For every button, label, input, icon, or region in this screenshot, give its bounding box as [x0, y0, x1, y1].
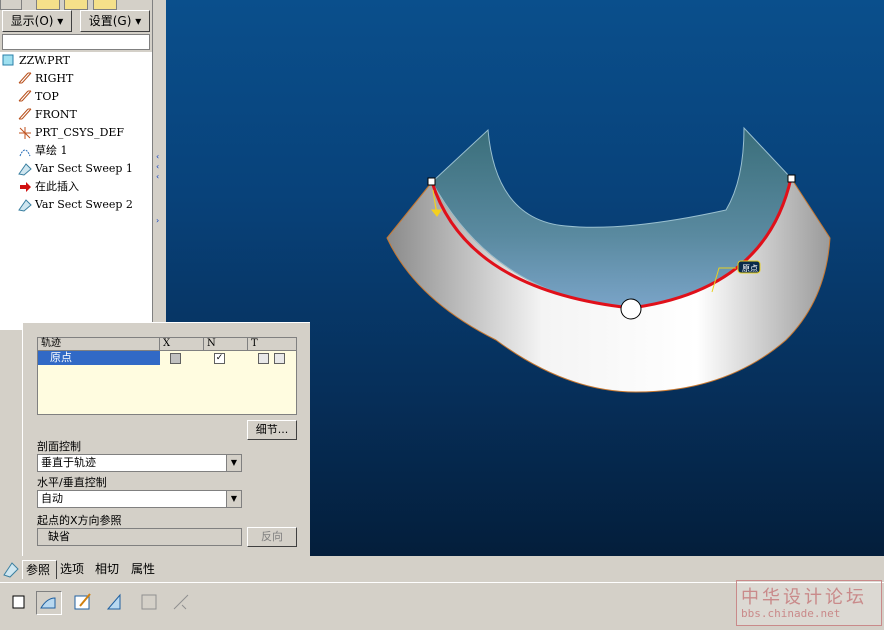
tree-item-label: Var Sect Sweep 1 [35, 162, 133, 175]
tree-item-sweep-2[interactable]: Var Sect Sweep 2 [18, 196, 133, 214]
tree-item-label: 草绘 1 [35, 144, 68, 157]
sweep-tool-icon [2, 560, 20, 578]
tree-tab[interactable] [0, 0, 22, 10]
xdir-value: 缺省 [48, 530, 70, 543]
xdir-label: 起点的X方向参照 [37, 514, 122, 527]
watermark-url: bbs.chinade.net [741, 607, 841, 620]
hv-control-select[interactable]: 自动 ▼ [37, 490, 242, 508]
watermark: 中华设计论坛 bbs.chinade.net [736, 580, 882, 626]
tree-item-front[interactable]: FRONT [18, 106, 77, 124]
part-icon [2, 54, 16, 68]
flip-direction-icon[interactable] [170, 591, 194, 613]
tree-sash[interactable]: ‹ ‹ ‹ › [152, 0, 167, 330]
flip-button[interactable]: 反向 [247, 527, 297, 547]
expand-arrow-icon[interactable]: › [156, 216, 159, 225]
tree-filter-box[interactable] [2, 34, 150, 50]
history-tab-icon[interactable] [93, 0, 117, 10]
trajectory-table[interactable]: 轨迹 X N T 原点 ✓ [37, 337, 297, 415]
end-handle[interactable] [787, 174, 796, 183]
tree-item-label: ZZW.PRT [19, 54, 70, 67]
sweep-references-panel: 轨迹 X N T 原点 ✓ 细节... 剖面控制 垂直于轨迹 ▼ 水平/垂直控制 … [22, 322, 310, 557]
col-n: N [204, 338, 248, 351]
folder-tab-icon[interactable] [36, 0, 60, 10]
n-checkbox[interactable]: ✓ [214, 353, 225, 364]
datum-plane-icon [18, 72, 32, 86]
section-control-select[interactable]: 垂直于轨迹 ▼ [37, 454, 242, 472]
model-tree-toolbar: 显示(O) ▾ 设置(G) ▾ [0, 0, 166, 52]
collapse-arrows-icon[interactable]: ‹ ‹ ‹ [156, 152, 164, 182]
tree-item-sketch[interactable]: 草绘 1 [18, 142, 68, 160]
tree-item-label: FRONT [35, 108, 77, 121]
datum-plane-icon [18, 90, 32, 104]
tab-tangency[interactable]: 相切 [95, 560, 119, 578]
tree-item-csys[interactable]: PRT_CSYS_DEF [18, 124, 124, 142]
insert-arrow-icon [18, 180, 32, 194]
tree-item-insert-here[interactable]: 在此插入 [18, 178, 79, 196]
hv-control-label: 水平/垂直控制 [37, 476, 107, 489]
favorites-tab-icon[interactable] [64, 0, 88, 10]
surface-icon[interactable] [36, 591, 62, 615]
settings-menu-button[interactable]: 设置(G) ▾ [80, 10, 150, 32]
thicken-icon[interactable] [138, 591, 162, 613]
row-name: 原点 [50, 351, 72, 364]
show-menu-label: 显示(O) [10, 14, 54, 28]
watermark-title: 中华设计论坛 [741, 587, 867, 608]
section-control-label: 剖面控制 [37, 440, 81, 453]
origin-tag-label: 原点 [742, 264, 758, 273]
chevron-down-icon[interactable]: ▼ [226, 455, 241, 471]
csys-icon [18, 126, 32, 140]
tab-properties[interactable]: 属性 [131, 560, 155, 578]
start-handle[interactable] [427, 177, 436, 186]
t-checkbox-1[interactable] [258, 353, 269, 364]
sweep-icon [18, 162, 32, 176]
datum-plane-icon [18, 108, 32, 122]
tree-item-label: TOP [35, 90, 59, 103]
x-checkbox[interactable] [170, 353, 181, 364]
tree-item-part[interactable]: ZZW.PRT [2, 52, 70, 70]
col-trajectory: 轨迹 [38, 338, 160, 351]
tree-item-label: 在此插入 [35, 180, 79, 193]
col-t: T [248, 338, 296, 351]
tree-item-top[interactable]: TOP [18, 88, 59, 106]
sketch-edit-icon[interactable] [72, 591, 96, 613]
tree-item-sweep-1[interactable]: Var Sect Sweep 1 [18, 160, 133, 178]
chevron-down-icon[interactable]: ▼ [226, 491, 241, 507]
tree-item-label: PRT_CSYS_DEF [35, 126, 125, 139]
tab-references[interactable]: 参照 [22, 560, 57, 579]
col-x: X [160, 338, 204, 351]
origin-point-icon[interactable] [620, 298, 642, 320]
details-button[interactable]: 细节... [247, 420, 297, 440]
remove-material-icon[interactable] [104, 591, 128, 613]
xdir-field[interactable]: 缺省 [37, 528, 242, 546]
show-menu-button[interactable]: 显示(O) ▾ [2, 10, 72, 32]
sweep-icon [18, 198, 32, 212]
hv-control-value: 自动 [41, 492, 63, 505]
tree-item-label: Var Sect Sweep 2 [35, 198, 133, 211]
t-checkbox-2[interactable] [274, 353, 285, 364]
settings-menu-label: 设置(G) [88, 14, 132, 28]
dashboard-tabs: 参照 选项 相切 属性 [0, 556, 884, 582]
solid-icon[interactable] [8, 591, 32, 613]
tree-item-right[interactable]: RIGHT [18, 70, 73, 88]
section-control-value: 垂直于轨迹 [41, 456, 96, 469]
table-row[interactable]: 原点 [38, 351, 160, 365]
tab-options[interactable]: 选项 [60, 560, 84, 578]
tree-item-label: RIGHT [35, 72, 74, 85]
sketch-icon [18, 144, 32, 158]
